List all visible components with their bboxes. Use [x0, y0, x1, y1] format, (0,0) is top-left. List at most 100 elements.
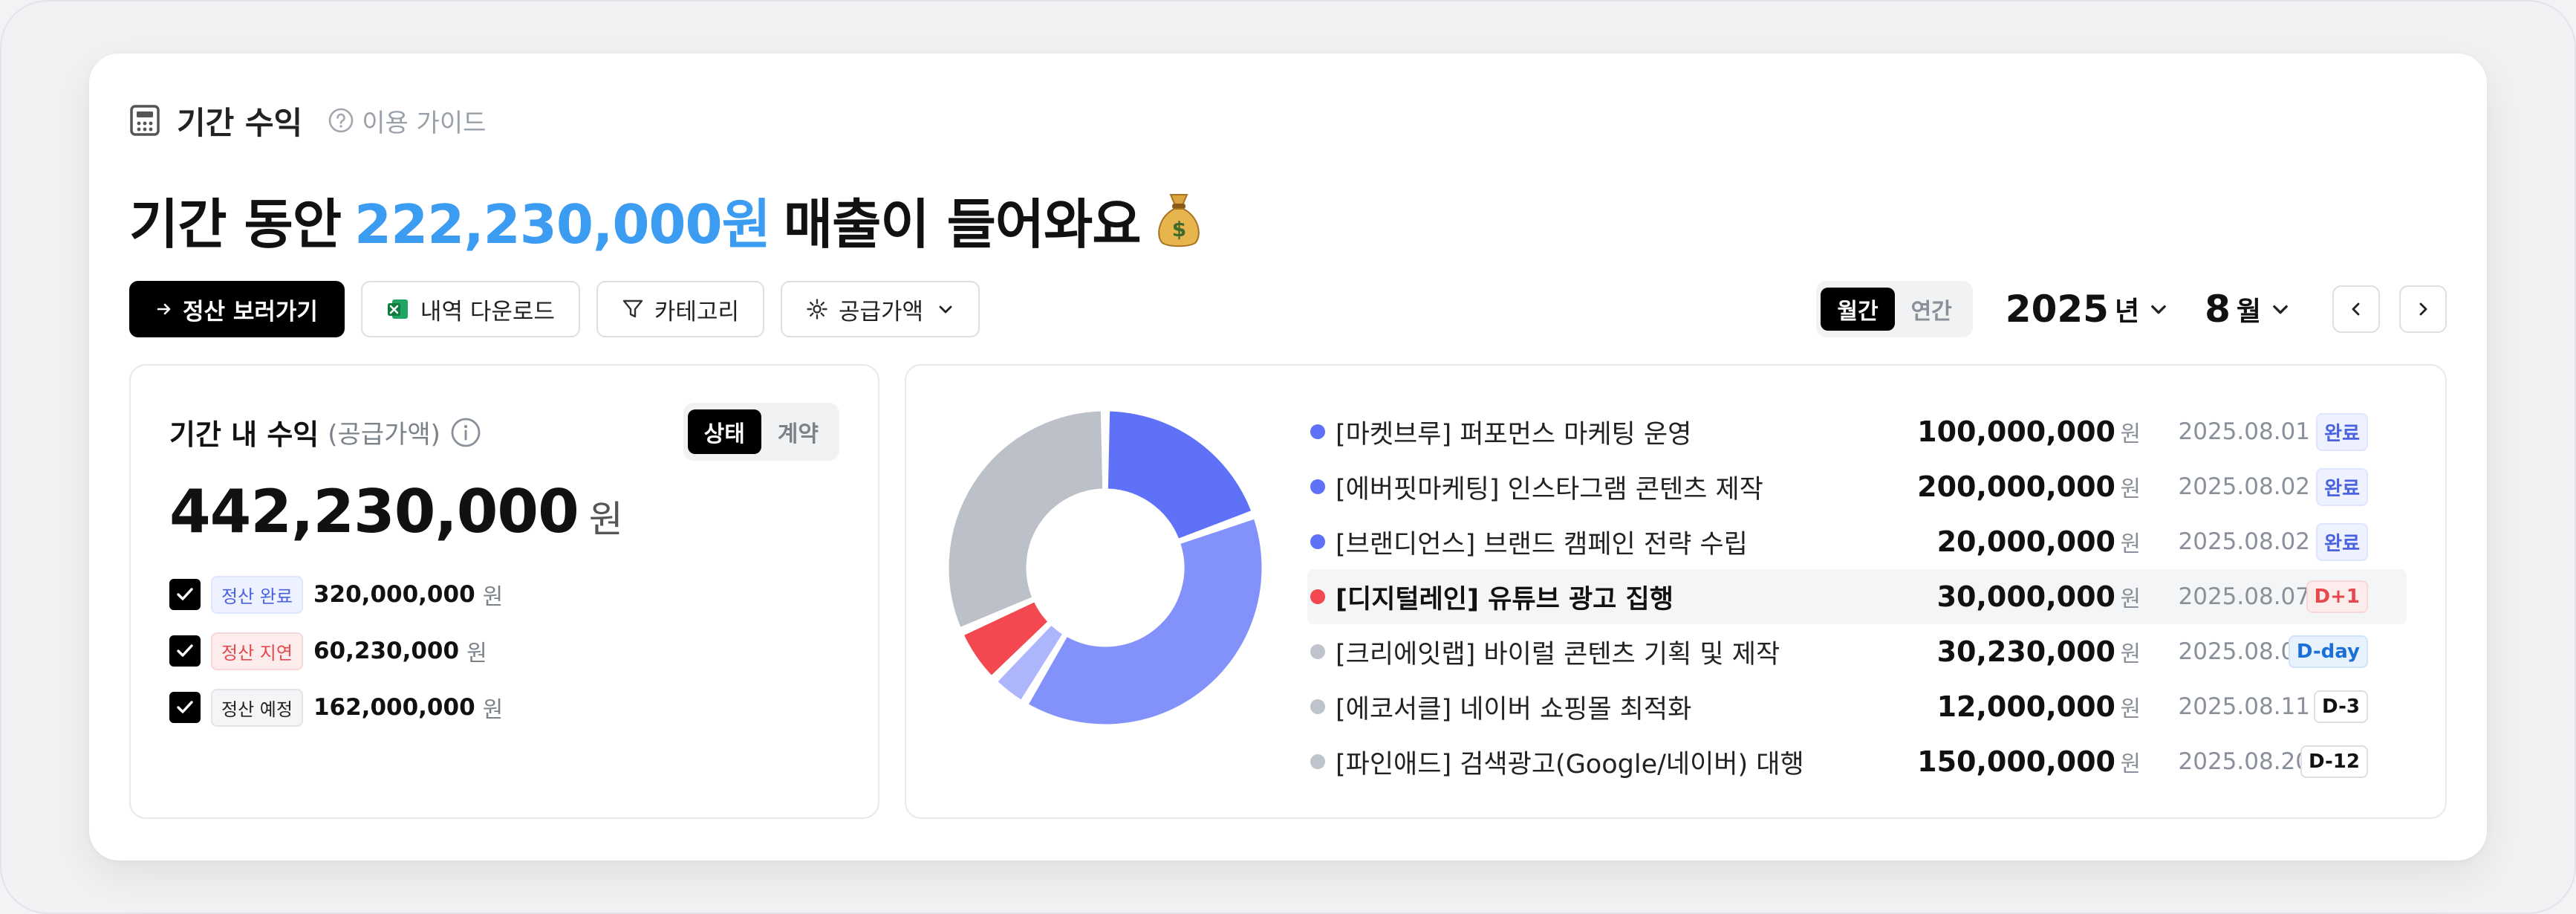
status-badge: D-12 [2300, 745, 2368, 778]
status-badge: 정산 완료 [211, 575, 303, 614]
item-name: [에코서클] 네이버 쇼핑몰 최적화 [1336, 694, 1692, 725]
section-title: 기간 수익 [177, 104, 303, 141]
total-revenue: 442,230,000 원 [169, 477, 623, 546]
item-date: 2025.08.01 [2178, 418, 2311, 445]
settlement-scheduled-row[interactable]: 정산 예정 162,000,000 원 [169, 685, 503, 730]
item-unit: 원 [2120, 421, 2141, 447]
contract-tab[interactable]: 계약 [761, 409, 835, 454]
excel-icon [386, 297, 410, 321]
status-badge: 완료 [2316, 412, 2368, 451]
item-name: [에버핏마케팅] 인스타그램 콘텐츠 제작 [1336, 474, 1763, 505]
status-dot [1310, 754, 1325, 769]
item-date: 2025.08.02 [2178, 473, 2311, 500]
usage-guide-link[interactable]: 이용 가이드 [328, 103, 486, 139]
headline-amount: 222,230,000원 [354, 192, 771, 256]
year-select[interactable]: 2025 년 [2006, 288, 2169, 331]
status-badge: 완료 [2316, 522, 2368, 561]
monthly-tab[interactable]: 월간 [1821, 288, 1895, 331]
list-item[interactable]: [에코서클] 네이버 쇼핑몰 최적화 12,000,000 원 2025.08.… [1307, 679, 2407, 734]
year-unit: 년 [2114, 296, 2140, 327]
summary-toggle: 상태 계약 [683, 403, 839, 461]
item-date: 2025.08.02 [2178, 528, 2311, 555]
item-unit: 원 [2120, 531, 2141, 557]
settlement-done-row[interactable]: 정산 완료 320,000,000 원 [169, 572, 503, 617]
download-history-button[interactable]: 내역 다운로드 [360, 281, 580, 337]
prev-month-button[interactable] [2332, 285, 2380, 333]
item-date: 2025.08.07 [2178, 583, 2311, 610]
month-unit: 월 [2236, 296, 2261, 327]
status-badge: 완료 [2316, 467, 2368, 506]
donut-slice-4[interactable] [946, 409, 1105, 630]
status-badge: 정산 예정 [211, 688, 303, 727]
item-amount: 30,230,000 [1936, 635, 2115, 668]
section-header: 기간 수익 이용 가이드 [129, 98, 486, 143]
go-settlement-button[interactable]: 정산 보러가기 [129, 281, 345, 337]
revenue-summary-panel: 기간 내 수익 (공급가액) 상태 계약 442,230,000 원 정산 완료… [129, 364, 879, 819]
item-amount: 12,000,000 [1936, 690, 2115, 723]
summary-title: 기간 내 수익 [169, 418, 319, 451]
check-icon [177, 644, 193, 657]
chevron-down-icon [937, 300, 954, 318]
total-unit: 원 [588, 498, 623, 541]
headline-prefix: 기간 동안 [129, 192, 342, 256]
category-filter-label: 카테고리 [654, 298, 739, 325]
donut-slice-0[interactable] [1105, 409, 1254, 541]
question-circle-icon [328, 108, 354, 133]
next-month-button[interactable] [2399, 285, 2447, 333]
item-unit: 원 [2120, 586, 2141, 612]
status-dot [1310, 479, 1325, 494]
headline-suffix: 매출이 들어와요 [783, 192, 1142, 256]
item-amount: 150,000,000 [1917, 745, 2115, 778]
list-item[interactable]: [디지털레인] 유튜브 광고 집행 30,000,000 원 2025.08.0… [1307, 569, 2407, 624]
donut-slice-1[interactable] [1026, 516, 1264, 727]
yearly-tab[interactable]: 연간 [1895, 288, 1968, 331]
item-amount: 20,000,000 [1936, 525, 2115, 558]
item-name: [크리에잇랩] 바이럴 콘텐츠 기획 및 제작 [1336, 639, 1780, 670]
filter-icon [622, 298, 644, 320]
period-toggle: 월간 연간 [1816, 281, 1973, 337]
check-icon [177, 588, 193, 600]
item-date: 2025.08.08 [2178, 638, 2311, 665]
list-item[interactable]: [크리에잇랩] 바이럴 콘텐츠 기획 및 제작 30,230,000 원 202… [1307, 624, 2407, 679]
status-amount: 162,000,000 [313, 694, 475, 721]
item-name: [파인애드] 검색광고(Google/네이버) 대행 [1336, 749, 1804, 780]
supply-value-label: 공급가액 [839, 298, 924, 325]
item-name: [디지털레인] 유튜브 광고 집행 [1336, 584, 1674, 615]
item-name: [브랜디언스] 브랜드 캠페인 전략 수립 [1336, 529, 1748, 560]
status-tab[interactable]: 상태 [687, 409, 761, 454]
item-amount: 30,000,000 [1936, 580, 2115, 613]
list-item[interactable]: [파인애드] 검색광고(Google/네이버) 대행 150,000,000 원… [1307, 734, 2407, 789]
settlement-late-checkbox[interactable] [169, 635, 201, 667]
list-item[interactable]: [마켓브루] 퍼포먼스 마케팅 운영 100,000,000 원 2025.08… [1307, 404, 2407, 459]
settlement-late-row[interactable]: 정산 지연 60,230,000 원 [169, 629, 503, 673]
month-select[interactable]: 8 월 [2205, 288, 2291, 331]
item-unit: 원 [2120, 696, 2141, 722]
list-item[interactable]: [에버핏마케팅] 인스타그램 콘텐츠 제작 200,000,000 원 2025… [1307, 459, 2407, 514]
status-dot [1310, 699, 1325, 714]
status-unit: 원 [482, 584, 504, 610]
status-dot [1310, 644, 1325, 659]
status-amount: 60,230,000 [313, 638, 460, 664]
check-icon [177, 701, 193, 713]
revenue-detail-panel: [마켓브루] 퍼포먼스 마케팅 운영 100,000,000 원 2025.08… [905, 364, 2447, 819]
gear-icon [806, 298, 828, 320]
list-item[interactable]: [브랜디언스] 브랜드 캠페인 전략 수립 20,000,000 원 2025.… [1307, 514, 2407, 569]
settlement-done-checkbox[interactable] [169, 579, 201, 610]
period-revenue-card: 기간 수익 이용 가이드 기간 동안 222,230,000원 매출이 들어와요… [89, 54, 2487, 860]
settlement-scheduled-checkbox[interactable] [169, 692, 201, 723]
chevron-left-icon [2352, 302, 2360, 316]
go-settlement-label: 정산 보러가기 [183, 298, 318, 325]
arrow-right-icon [156, 301, 172, 317]
category-filter-button[interactable]: 카테고리 [596, 281, 764, 337]
item-unit: 원 [2120, 751, 2141, 777]
summary-title-row: 기간 내 수익 (공급가액) [169, 412, 482, 453]
month-value: 8 [2205, 288, 2231, 331]
status-dot [1310, 589, 1325, 604]
status-badge: D+1 [2306, 580, 2368, 613]
status-badge: D-3 [2314, 690, 2368, 723]
money-bag-icon: $ [1157, 194, 1200, 247]
supply-value-dropdown[interactable]: 공급가액 [781, 281, 980, 337]
item-date: 2025.08.11 [2178, 693, 2311, 720]
info-icon[interactable] [449, 416, 482, 449]
download-history-label: 내역 다운로드 [420, 298, 555, 325]
